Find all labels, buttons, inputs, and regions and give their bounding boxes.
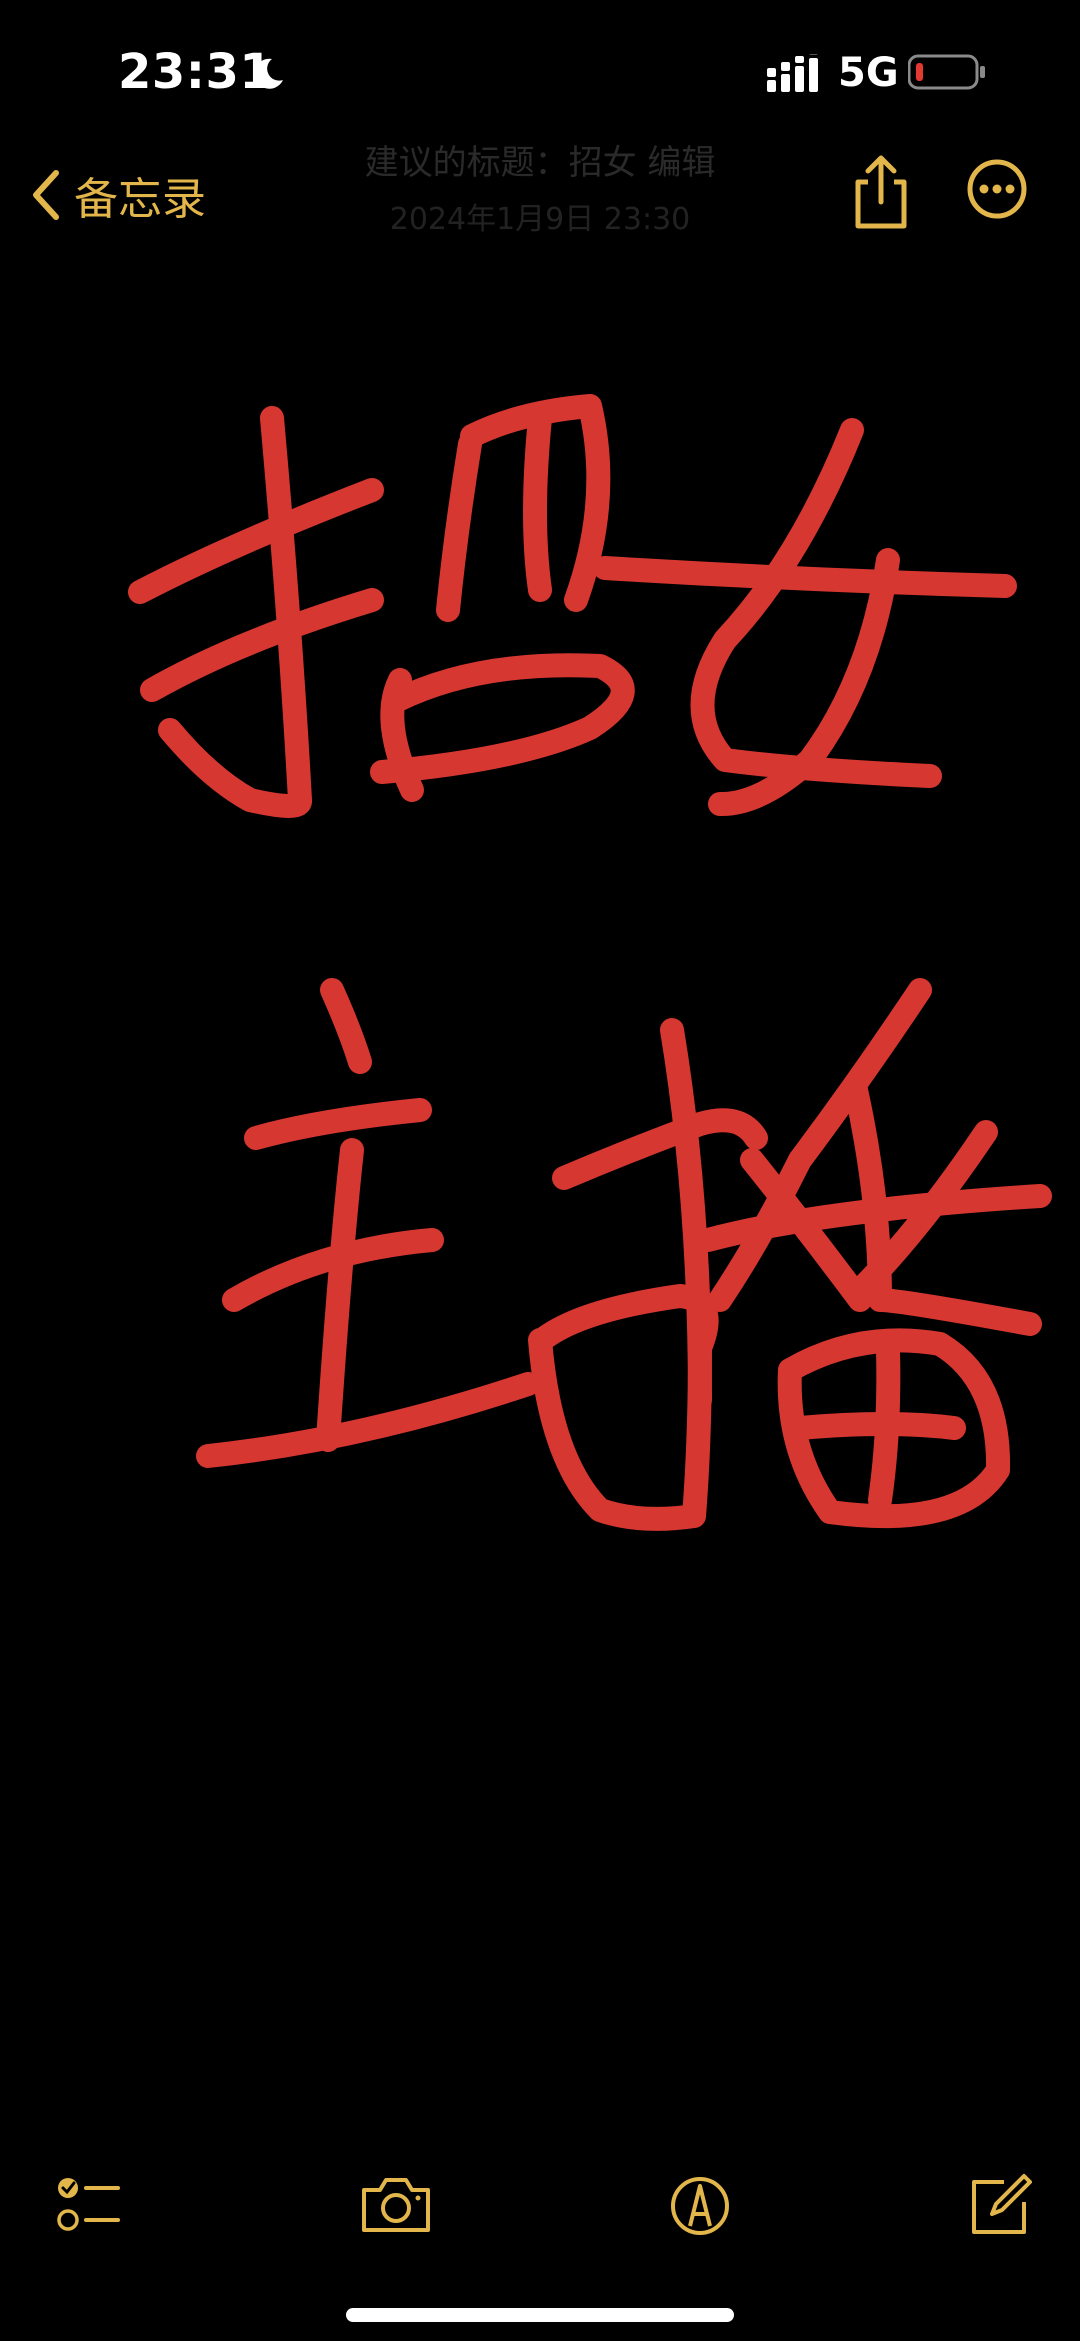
home-indicator[interactable] bbox=[346, 2308, 734, 2322]
back-button[interactable]: 备忘录 bbox=[30, 160, 206, 230]
note-title: 建议的标题：招女 编辑 bbox=[364, 143, 716, 183]
handwritten-stroke-group bbox=[196, 978, 540, 1468]
camera-icon[interactable] bbox=[358, 2170, 434, 2240]
back-label: 备忘录 bbox=[74, 174, 206, 225]
compose-icon[interactable] bbox=[962, 2170, 1038, 2240]
moon-icon bbox=[254, 58, 283, 89]
status-bar: 23:31 5G bbox=[0, 0, 1080, 150]
note-date: 2024年1月9日 23:30 bbox=[389, 202, 691, 237]
checklist-icon[interactable] bbox=[52, 2170, 128, 2240]
handwritten-stroke-group bbox=[128, 394, 1017, 818]
network-type: 5G bbox=[838, 50, 899, 96]
more-options-icon[interactable] bbox=[966, 158, 1028, 220]
handwriting-canvas[interactable] bbox=[0, 260, 1080, 2140]
battery-low-icon bbox=[908, 54, 985, 90]
handwritten-stroke-group bbox=[528, 978, 1052, 1531]
bottom-toolbar bbox=[0, 2160, 1080, 2250]
share-icon[interactable] bbox=[846, 152, 916, 232]
markup-pen-icon[interactable] bbox=[662, 2170, 738, 2240]
signal-bars-icon bbox=[767, 54, 818, 92]
nav-bar: 备忘录 建议的标题：招女 编辑 2024年1月9日 23:30 bbox=[0, 140, 1080, 250]
chevron-left-icon bbox=[33, 170, 59, 220]
